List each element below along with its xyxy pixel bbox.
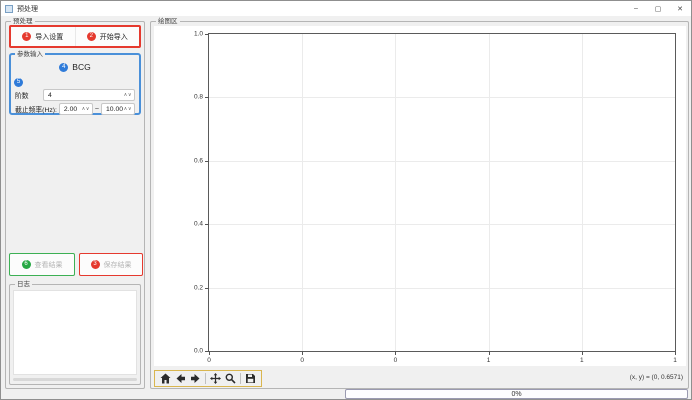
- step-badge-4: 4: [59, 63, 68, 72]
- x-tick-label: 1: [580, 357, 584, 364]
- x-tick-mark: [302, 351, 303, 355]
- order-spinbox[interactable]: 4 ∧∨: [43, 89, 135, 101]
- preprocess-panel: 预处理 1 导入设置 2 开始导入 参数输入 4 BCG 5 阶数 4 ∧: [5, 21, 145, 389]
- cutoff-row: 截止频率(Hz): 2.00 ∧∨ ~ 10.00 ∧∨: [15, 103, 135, 115]
- x-tick-mark: [209, 351, 210, 355]
- order-value: 4: [48, 92, 124, 99]
- start-import-label: 开始导入: [100, 32, 128, 42]
- close-icon[interactable]: ✕: [669, 1, 691, 16]
- spin-up-down-icon[interactable]: ∧∨: [124, 106, 132, 112]
- plot-panel: 绘图区 0001111.00.80.60.40.20.0: [150, 21, 689, 389]
- step-badge-2: 2: [87, 32, 96, 41]
- step-badge-5: 5: [14, 78, 23, 87]
- import-buttons-highlight: 1 导入设置 2 开始导入: [9, 25, 141, 48]
- gridline-vertical: [395, 34, 396, 351]
- order-label: 阶数: [15, 90, 41, 100]
- y-tick-label: 1.0: [194, 31, 203, 38]
- cutoff-high-spinbox[interactable]: 10.00 ∧∨: [101, 103, 135, 115]
- x-tick-label: 0: [300, 357, 304, 364]
- save-results-button[interactable]: 3 保存结果: [79, 253, 143, 276]
- zoom-icon[interactable]: [225, 373, 236, 384]
- gridline-vertical: [582, 34, 583, 351]
- range-separator: ~: [95, 106, 99, 113]
- minimize-icon[interactable]: –: [625, 1, 647, 16]
- window-title: 预处理: [17, 4, 38, 14]
- save-results-label: 保存结果: [104, 260, 132, 270]
- step-badge-3: 3: [91, 260, 100, 269]
- y-tick-label: 0.0: [194, 348, 203, 355]
- y-tick-mark: [205, 97, 209, 98]
- signal-type-row: 4 BCG: [11, 62, 139, 72]
- x-tick-label: 1: [673, 357, 677, 364]
- window-controls: – ▢ ✕: [625, 1, 691, 16]
- maximize-icon[interactable]: ▢: [647, 1, 669, 16]
- x-tick-label: 0: [394, 357, 398, 364]
- app-icon: [5, 5, 13, 13]
- gridline-horizontal: [209, 288, 675, 289]
- log-textarea[interactable]: [13, 290, 137, 375]
- save-icon[interactable]: [245, 373, 256, 384]
- x-tick-mark: [395, 351, 396, 355]
- y-tick-mark: [205, 161, 209, 162]
- cutoff-label: 截止频率(Hz):: [15, 104, 57, 114]
- cursor-coordinates-readout: (x, y) = (0, 0.6571): [630, 374, 683, 381]
- import-settings-button[interactable]: 1 导入设置: [11, 27, 75, 46]
- view-results-label: 查看结果: [35, 260, 63, 270]
- spin-up-down-icon[interactable]: ∧∨: [124, 92, 132, 98]
- gridline-horizontal: [209, 224, 675, 225]
- gridline-horizontal: [209, 97, 675, 98]
- cutoff-high-value: 10.00: [106, 106, 124, 113]
- x-tick-mark: [582, 351, 583, 355]
- step-badge-1: 1: [22, 32, 31, 41]
- order-row: 阶数 4 ∧∨: [15, 89, 135, 101]
- cutoff-low-spinbox[interactable]: 2.00 ∧∨: [59, 103, 93, 115]
- step-badge-6: 6: [22, 260, 31, 269]
- y-tick-mark: [205, 224, 209, 225]
- back-icon[interactable]: [175, 373, 186, 384]
- cutoff-low-value: 2.00: [64, 106, 82, 113]
- y-tick-mark: [205, 34, 209, 35]
- y-tick-label: 0.2: [194, 284, 203, 291]
- import-settings-label: 导入设置: [35, 32, 63, 42]
- log-horizontal-scrollbar[interactable]: [13, 378, 137, 381]
- x-tick-mark: [489, 351, 490, 355]
- parameter-group-label: 参数输入: [15, 50, 45, 59]
- plot-axes[interactable]: 0001111.00.80.60.40.20.0: [208, 33, 676, 352]
- app-window: 预处理 – ▢ ✕ 预处理 1 导入设置 2 开始导入 参数输入 4 BCG: [0, 0, 692, 400]
- x-tick-mark: [675, 351, 676, 355]
- log-group: 日志: [9, 284, 141, 385]
- toolbar-separator: [205, 373, 206, 384]
- view-results-button[interactable]: 6 查看结果: [9, 253, 75, 276]
- y-tick-label: 0.8: [194, 94, 203, 101]
- pan-icon[interactable]: [210, 373, 221, 384]
- progress-percentage: 0%: [346, 390, 687, 398]
- y-tick-mark: [205, 351, 209, 352]
- titlebar: 预处理 – ▢ ✕: [1, 1, 691, 16]
- log-group-label: 日志: [15, 280, 32, 289]
- start-import-button[interactable]: 2 开始导入: [76, 27, 140, 46]
- home-icon[interactable]: [160, 373, 171, 384]
- y-tick-label: 0.4: [194, 221, 203, 228]
- gridline-vertical: [302, 34, 303, 351]
- signal-type-label: BCG: [72, 62, 90, 72]
- plot-toolbar: [154, 370, 262, 387]
- plot-panel-label: 绘图区: [156, 17, 180, 26]
- toolbar-separator: [240, 373, 241, 384]
- spin-up-down-icon[interactable]: ∧∨: [82, 106, 90, 112]
- plot-canvas[interactable]: 0 0 0 1 1 1 1.0 0.8 0.6 0.4 0.2 0.0: [154, 26, 686, 366]
- forward-icon[interactable]: [190, 373, 201, 384]
- progress-bar: 0%: [345, 389, 688, 399]
- x-tick-label: 0: [207, 357, 211, 364]
- y-tick-label: 0.6: [194, 157, 203, 164]
- gridline-horizontal: [209, 161, 675, 162]
- y-tick-mark: [205, 288, 209, 289]
- gridline-vertical: [489, 34, 490, 351]
- parameter-input-group: 参数输入 4 BCG 5 阶数 4 ∧∨ 截止频率(Hz): 2.00 ∧∨ ~: [9, 53, 141, 115]
- x-tick-label: 1: [487, 357, 491, 364]
